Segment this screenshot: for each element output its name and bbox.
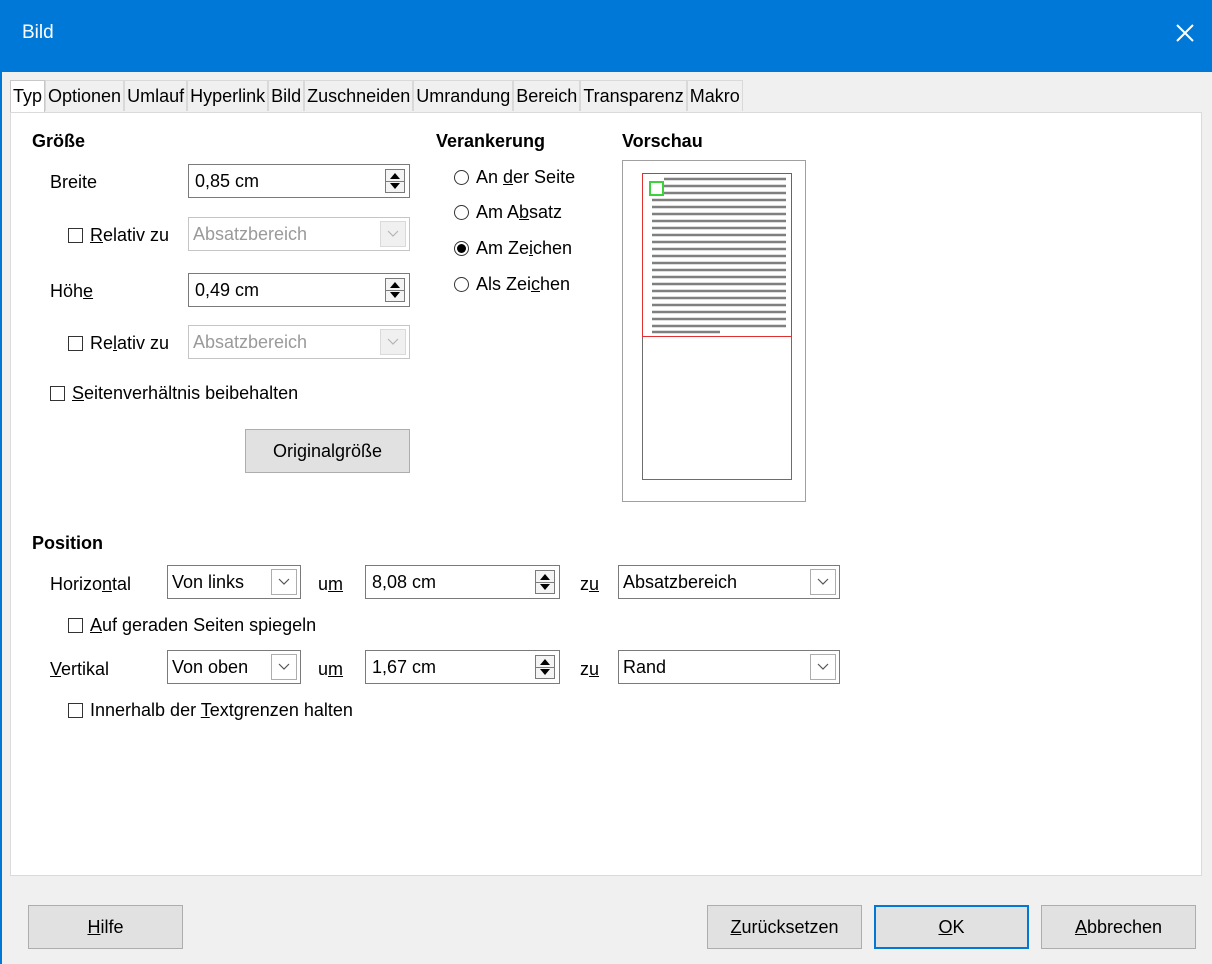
anchor-as-char-label: Als Zeichen [476, 274, 571, 294]
anchor-paragraph-radio[interactable] [454, 205, 469, 220]
help-button[interactable]: Hilfe [28, 905, 183, 949]
anchor-char-label: Am Zeichen [476, 238, 573, 258]
horizontal-position-value: 8,08 cm [372, 572, 437, 592]
width-label: Breite [50, 172, 98, 192]
chevron-down-icon[interactable] [271, 569, 297, 595]
vertical-mode-select[interactable]: Von oben [167, 650, 301, 684]
tab-zuschneiden[interactable]: Zuschneiden [304, 80, 414, 111]
chevron-down-icon[interactable] [380, 329, 406, 355]
window-title: Bild [22, 22, 54, 43]
preview-image-object [649, 181, 664, 196]
height-label: Höhe [50, 281, 94, 301]
width-spin-arrows[interactable] [385, 169, 405, 193]
original-size-button[interactable]: Originalgröße [245, 429, 410, 473]
keep-ratio-checkbox[interactable] [50, 386, 65, 401]
vertical-by-label: um [318, 659, 344, 679]
horizontal-position-spinbox[interactable]: 8,08 cm [365, 565, 560, 599]
vertical-position-spinbox[interactable]: 1,67 cm [365, 650, 560, 684]
tab-bar: Typ Optionen Umlauf Hyperlink Bild Zusch… [10, 80, 743, 114]
relative-width-label: Relativ zu [90, 225, 170, 245]
window-border [0, 72, 2, 964]
chevron-down-icon[interactable] [810, 654, 836, 680]
anchor-char-radio[interactable] [454, 241, 469, 256]
tab-bild[interactable]: Bild [268, 80, 305, 111]
horizontal-reference-select[interactable]: Absatzbereich [618, 565, 840, 599]
anchor-page-radio[interactable] [454, 170, 469, 185]
size-heading: Größe [32, 131, 86, 151]
title-bar: Bild [0, 0, 1212, 72]
mirror-label: Auf geraden Seiten spiegeln [90, 615, 317, 635]
width-spinbox[interactable]: 0,85 cm [188, 164, 410, 198]
vertical-label: Vertikal [50, 659, 110, 679]
tab-optionen[interactable]: Optionen [45, 80, 125, 111]
relative-height-label: Relativ zu [90, 333, 170, 353]
horizontal-reference-value: Absatzbereich [623, 572, 738, 592]
relative-height-value: Absatzbereich [193, 332, 308, 352]
vertical-spin-arrows[interactable] [535, 655, 555, 679]
vertical-position-value: 1,67 cm [372, 657, 437, 677]
keep-in-bounds-label: Innerhalb der Textgrenzen halten [90, 700, 353, 720]
height-spinbox[interactable]: 0,49 cm [188, 273, 410, 307]
relative-height-select[interactable]: Absatzbereich [188, 325, 410, 359]
tab-umlauf[interactable]: Umlauf [124, 80, 188, 111]
anchor-heading: Verankerung [436, 131, 546, 151]
ok-button[interactable]: OK [874, 905, 1029, 949]
cancel-button[interactable]: Abbrechen [1041, 905, 1196, 949]
anchor-page-label: An der Seite [476, 167, 576, 187]
height-spin-arrows[interactable] [385, 278, 405, 302]
horizontal-by-label: um [318, 574, 344, 594]
preview-paragraph-frame [642, 173, 792, 337]
keep-ratio-label: Seitenverhältnis beibehalten [72, 383, 299, 403]
chevron-down-icon[interactable] [271, 654, 297, 680]
width-value: 0,85 cm [195, 171, 260, 191]
tab-umrandung[interactable]: Umrandung [413, 80, 514, 111]
anchor-as-char-radio[interactable] [454, 277, 469, 292]
relative-height-checkbox[interactable] [68, 336, 83, 351]
horizontal-spin-arrows[interactable] [535, 570, 555, 594]
anchor-paragraph-label: Am Absatz [476, 202, 563, 222]
horizontal-label: Horizontal [50, 574, 132, 594]
chevron-down-icon[interactable] [380, 221, 406, 247]
vertical-reference-value: Rand [623, 657, 667, 677]
horizontal-to-label: zu [580, 574, 600, 594]
tab-transparenz[interactable]: Transparenz [580, 80, 687, 111]
relative-width-checkbox[interactable] [68, 228, 83, 243]
chevron-down-icon[interactable] [810, 569, 836, 595]
vertical-mode-value: Von oben [172, 657, 249, 677]
tab-makro[interactable]: Makro [686, 80, 743, 111]
relative-width-value: Absatzbereich [193, 224, 308, 244]
tab-hyperlink[interactable]: Hyperlink [187, 80, 269, 111]
mirror-checkbox[interactable] [68, 618, 83, 633]
reset-button[interactable]: Zurücksetzen [707, 905, 862, 949]
horizontal-mode-select[interactable]: Von links [167, 565, 301, 599]
vertical-reference-select[interactable]: Rand [618, 650, 840, 684]
preview-heading: Vorschau [622, 131, 703, 151]
tab-bereich[interactable]: Bereich [513, 80, 581, 111]
close-icon[interactable] [1170, 18, 1200, 48]
horizontal-mode-value: Von links [172, 572, 245, 592]
position-heading: Position [32, 533, 103, 553]
relative-width-select[interactable]: Absatzbereich [188, 217, 410, 251]
height-value: 0,49 cm [195, 280, 260, 300]
keep-in-bounds-checkbox[interactable] [68, 703, 83, 718]
vertical-to-label: zu [580, 659, 600, 679]
tab-typ[interactable]: Typ [10, 80, 46, 114]
